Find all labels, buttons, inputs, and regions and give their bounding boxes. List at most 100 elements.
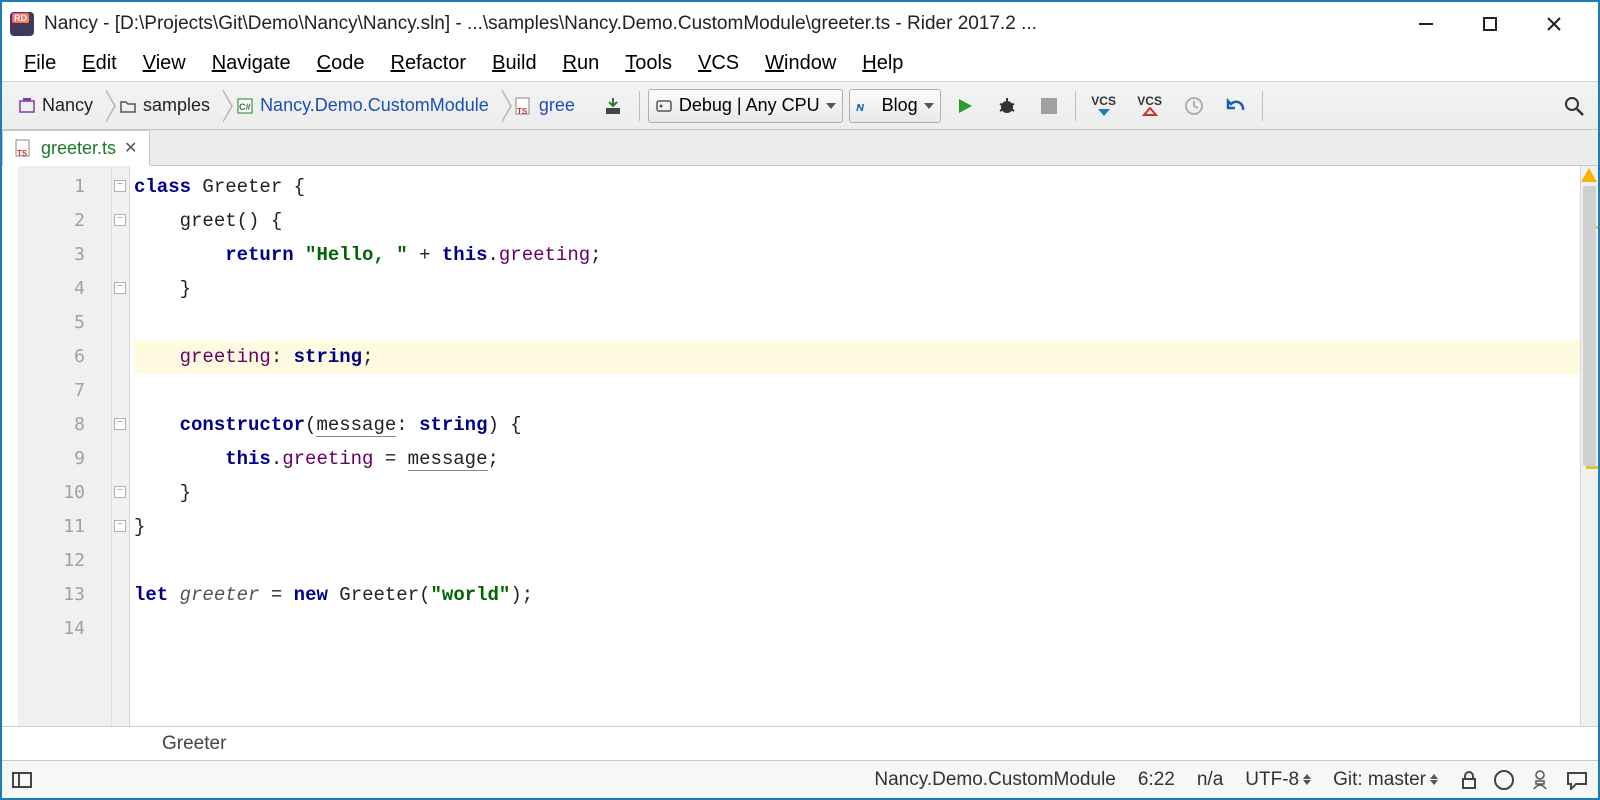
breadcrumb-label: Nancy <box>42 95 93 116</box>
statusbar: Nancy.Demo.CustomModule 6:22 n/a UTF-8 G… <box>2 760 1598 798</box>
menu-tools[interactable]: Tools <box>613 48 684 79</box>
code-line[interactable]: } <box>134 272 1580 306</box>
window-title: Nancy - [D:\Projects\Git\Demo\Nancy\Nanc… <box>44 13 1412 35</box>
editor-tabs: TS greeter.ts ✕ <box>2 130 1598 166</box>
structure-breadcrumb-label: Greeter <box>162 733 226 755</box>
tab-greeter-ts[interactable]: TS greeter.ts ✕ <box>2 130 150 166</box>
vcs-label: VCS <box>1137 95 1162 107</box>
warning-marker-icon <box>1581 168 1597 182</box>
stop-icon <box>1041 98 1057 114</box>
menu-run[interactable]: Run <box>551 48 612 79</box>
scrollbar[interactable] <box>1580 166 1598 726</box>
inspector-icon[interactable] <box>1530 769 1550 791</box>
vcs-update-button[interactable]: VCS <box>1084 89 1124 123</box>
app-icon <box>10 12 34 36</box>
menu-file[interactable]: File <box>12 48 68 79</box>
fold-marker[interactable]: − <box>114 282 126 294</box>
build-button[interactable] <box>595 89 631 123</box>
close-tab-button[interactable]: ✕ <box>124 138 137 158</box>
project-indicator[interactable]: Nancy.Demo.CustomModule <box>874 769 1115 791</box>
menu-edit[interactable]: Edit <box>70 48 128 79</box>
insert-mode[interactable]: n/a <box>1197 769 1223 791</box>
fold-marker[interactable]: − <box>114 214 126 226</box>
fold-marker[interactable]: − <box>114 520 126 532</box>
code-line[interactable]: } <box>134 476 1580 510</box>
structure-breadcrumb[interactable]: Greeter <box>2 726 1598 760</box>
code-line[interactable]: class Greeter { <box>134 170 1580 204</box>
line-numbers: 1234567891011121314 <box>18 166 112 726</box>
menu-view[interactable]: View <box>131 48 198 79</box>
git-branch-selector[interactable]: Git: master <box>1333 769 1438 791</box>
code-editor[interactable]: 1234567891011121314 − − − − − − class Greeter… <box>2 166 1598 726</box>
code-body[interactable]: class Greeter { greet() { return "Hello,… <box>130 166 1580 726</box>
solution-icon <box>18 97 36 115</box>
menu-build[interactable]: Build <box>480 48 548 79</box>
encoding-selector[interactable]: UTF-8 <box>1245 769 1311 791</box>
code-line[interactable]: constructor(message: string) { <box>134 408 1580 442</box>
code-line[interactable] <box>134 306 1580 340</box>
breadcrumbs: Nancy samples C# Nancy.Demo.CustomModule TS g… <box>8 89 589 123</box>
ts-icon: TS <box>515 97 533 115</box>
search-button[interactable] <box>1556 89 1592 123</box>
feedback-icon[interactable] <box>1566 770 1588 790</box>
svg-text:C#: C# <box>239 102 251 112</box>
folder-icon <box>119 97 137 115</box>
menu-vcs[interactable]: VCS <box>686 48 751 79</box>
ts-file-icon: TS <box>15 139 33 157</box>
process-indicator-icon[interactable] <box>1494 770 1514 790</box>
breadcrumb-item[interactable]: C# Nancy.Demo.CustomModule <box>216 89 503 123</box>
caret-position[interactable]: 6:22 <box>1138 769 1175 791</box>
git-label: Git: master <box>1333 769 1426 791</box>
undo-button[interactable] <box>1218 89 1254 123</box>
close-button[interactable] <box>1540 10 1568 38</box>
fold-marker[interactable]: − <box>114 418 126 430</box>
breadcrumb-label: samples <box>143 95 210 116</box>
lock-icon[interactable] <box>1460 770 1478 790</box>
breadcrumb-item[interactable]: samples <box>99 89 224 123</box>
code-line[interactable]: this.greeting = message; <box>134 442 1580 476</box>
code-line[interactable] <box>134 544 1580 578</box>
menu-navigate[interactable]: Navigate <box>200 48 303 79</box>
menu-help[interactable]: Help <box>850 48 915 79</box>
run-config-combo[interactable]: ɴ Blog <box>849 89 941 123</box>
svg-text:TS: TS <box>517 107 528 115</box>
fold-marker[interactable]: − <box>114 180 126 192</box>
encoding-label: UTF-8 <box>1245 769 1299 791</box>
menubar: FileEditViewNavigateCodeRefactorBuildRun… <box>2 46 1598 82</box>
code-line[interactable]: greeting: string; <box>134 340 1580 374</box>
scrollbar-thumb[interactable] <box>1583 186 1596 466</box>
vcs-commit-button[interactable]: VCS <box>1130 89 1170 123</box>
code-line[interactable] <box>134 374 1580 408</box>
menu-window[interactable]: Window <box>753 48 848 79</box>
code-line[interactable]: } <box>134 510 1580 544</box>
code-line[interactable]: let greeter = new Greeter("world"); <box>134 578 1580 612</box>
separator <box>1075 91 1076 121</box>
stop-button[interactable] <box>1031 89 1067 123</box>
breadcrumb-item[interactable]: Nancy <box>8 89 107 123</box>
menu-refactor[interactable]: Refactor <box>378 48 478 79</box>
toolbar: Nancy samples C# Nancy.Demo.CustomModule TS g… <box>2 82 1598 130</box>
code-line[interactable] <box>134 612 1580 646</box>
breadcrumb-label: Nancy.Demo.CustomModule <box>260 95 489 116</box>
build-config-combo[interactable]: Debug | Any CPU <box>648 89 843 123</box>
breadcrumb-label: gree <box>539 95 575 116</box>
code-line[interactable]: greet() { <box>134 204 1580 238</box>
svg-text:ɴ: ɴ <box>856 99 865 114</box>
svg-text:TS: TS <box>17 149 28 157</box>
run-button[interactable] <box>947 89 983 123</box>
vcs-label: VCS <box>1091 95 1116 107</box>
fold-gutter: − − − − − − <box>112 166 130 726</box>
maximize-button[interactable] <box>1476 10 1504 38</box>
left-gutter <box>2 166 18 726</box>
tool-windows-button[interactable] <box>12 772 32 788</box>
menu-code[interactable]: Code <box>305 48 377 79</box>
vcs-history-button[interactable] <box>1176 89 1212 123</box>
minimize-button[interactable] <box>1412 10 1440 38</box>
csproj-icon: C# <box>236 97 254 115</box>
debug-button[interactable] <box>989 89 1025 123</box>
code-line[interactable]: return "Hello, " + this.greeting; <box>134 238 1580 272</box>
updown-icon <box>1430 774 1438 785</box>
chevron-down-icon <box>826 103 836 109</box>
stripe-mark[interactable] <box>1586 466 1598 469</box>
fold-marker[interactable]: − <box>114 486 126 498</box>
